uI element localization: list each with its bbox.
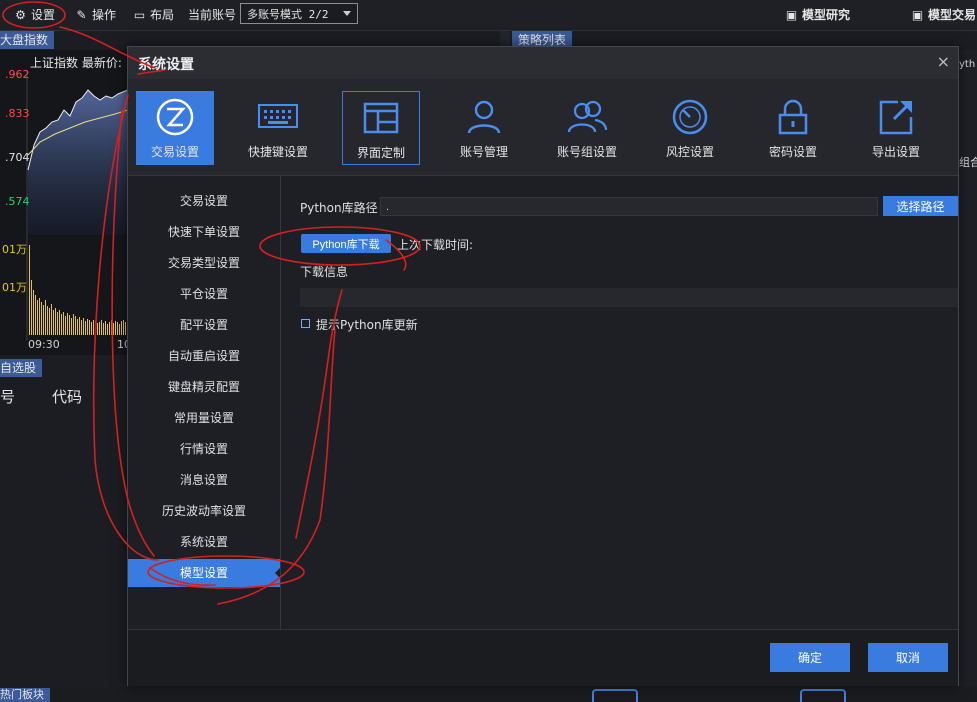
- choose-path-button[interactable]: 选择路径: [883, 196, 958, 216]
- layout-icon: [363, 102, 399, 134]
- index-panel-tab[interactable]: 大盘指数: [0, 31, 55, 49]
- price-label-2: .833: [5, 107, 30, 120]
- volume-label-2: 01万: [2, 281, 27, 294]
- close-icon[interactable]: ×: [937, 52, 950, 71]
- cancel-button[interactable]: 取消: [868, 643, 948, 672]
- volume-label-1: 01万: [2, 243, 27, 256]
- sidebar-item-close-position[interactable]: 平仓设置: [128, 280, 280, 308]
- prompt-update-checkbox[interactable]: [301, 319, 310, 328]
- model-research-button[interactable]: ▣ 模型研究: [785, 5, 850, 25]
- sidebar-item-model[interactable]: 模型设置: [128, 559, 280, 587]
- chart-edit-icon: ▣: [911, 8, 924, 22]
- layout-icon: ▭: [133, 8, 146, 22]
- layout-menu[interactable]: ▭ 布局: [133, 5, 174, 25]
- index-chart: 上证指数 最新价: .962 .833 .704 .574 01万 01万 09…: [0, 50, 128, 355]
- sidebar-item-message[interactable]: 消息设置: [128, 466, 280, 494]
- price-label-1: .962: [5, 68, 30, 81]
- sidebar-item-common-quantity[interactable]: 常用量设置: [128, 404, 280, 432]
- tab-export[interactable]: 导出设置: [857, 91, 935, 165]
- export-icon-bg-1: [592, 689, 638, 702]
- gauge-icon: [672, 99, 708, 135]
- right-panel-strip: yth 组合: [958, 50, 977, 686]
- sidebar-item-quick-order[interactable]: 快速下单设置: [128, 218, 280, 246]
- download-info-field: [300, 288, 958, 307]
- top-toolbar: ⚙ 设置 ✎ 操作 ▭ 布局 当前账号 多账号模式 2/2 ▣ 模型研究 ▣ 模型交易: [0, 0, 977, 31]
- watchlist-col-no: 号: [0, 388, 16, 406]
- settings-category-bar: 交易设置 快捷键设置 界面定制 账号管理 账号组设置 风控设置 密码设置 导出设…: [128, 79, 958, 176]
- python-path-input[interactable]: [380, 197, 878, 216]
- sidebar-item-balance[interactable]: 配平设置: [128, 311, 280, 339]
- last-download-time-label: 上次下载时间:: [397, 238, 474, 252]
- price-label-4: .574: [5, 195, 30, 208]
- tab-trade-settings[interactable]: 交易设置: [136, 91, 214, 165]
- sidebar-item-auto-restart[interactable]: 自动重启设置: [128, 342, 280, 370]
- hot-sector-tab[interactable]: 热门板块: [0, 688, 50, 702]
- dialog-titlebar: 系统设置 ×: [128, 47, 958, 79]
- time-tick: 09:30: [28, 338, 60, 351]
- current-account-label: 当前账号: [188, 8, 237, 22]
- bottom-bar: 热门板块: [0, 688, 977, 702]
- keyboard-icon: [258, 104, 298, 128]
- edit-icon: ✎: [76, 8, 87, 22]
- chevron-down-icon: [343, 11, 351, 16]
- tab-hotkey-settings[interactable]: 快捷键设置: [239, 91, 317, 165]
- price-label-3: .704: [5, 151, 30, 164]
- sidebar-item-keyboard-wizard[interactable]: 键盘精灵配置: [128, 373, 280, 401]
- settings-menu[interactable]: ⚙ 设置: [14, 5, 55, 25]
- tab-interface-custom[interactable]: 界面定制: [342, 91, 420, 165]
- sidebar-item-system[interactable]: 系统设置: [128, 528, 280, 556]
- dialog-footer: 确定 取消: [128, 629, 958, 686]
- export-icon: [879, 100, 913, 135]
- export-icon-bg-2: [800, 689, 846, 702]
- watchlist-col-code: 代码: [52, 388, 83, 406]
- dialog-title: 系统设置: [138, 57, 194, 73]
- chart-icon: ▣: [785, 8, 798, 22]
- tab-risk-control[interactable]: 风控设置: [651, 91, 729, 165]
- operate-menu[interactable]: ✎ 操作: [75, 5, 116, 25]
- tab-password[interactable]: 密码设置: [754, 91, 832, 165]
- system-settings-dialog: 系统设置 × 交易设置 快捷键设置 界面定制 账号管理 账号组设置 风控设置 密…: [127, 46, 959, 686]
- tab-account-group[interactable]: 账号组设置: [548, 91, 626, 165]
- watchlist-tab[interactable]: 自选股: [0, 359, 43, 377]
- ok-button[interactable]: 确定: [770, 643, 850, 672]
- prompt-update-label[interactable]: 提示Python库更新: [316, 316, 418, 333]
- settings-sidebar: 交易设置 快速下单设置 交易类型设置 平仓设置 配平设置 自动重启设置 键盘精灵…: [128, 176, 281, 629]
- user-group-icon: [567, 100, 608, 133]
- lock-icon: [778, 99, 808, 135]
- download-info-label: 下载信息: [300, 265, 349, 279]
- account-mode-select[interactable]: 多账号模式 2/2: [240, 3, 358, 24]
- model-settings-content: Python库路径 选择路径 Python库下载 上次下载时间: 下载信息 提示…: [281, 176, 958, 629]
- sidebar-item-trade[interactable]: 交易设置: [128, 187, 280, 215]
- tab-account-manage[interactable]: 账号管理: [445, 91, 523, 165]
- trade-icon: [156, 98, 194, 136]
- gear-icon: ⚙: [15, 8, 26, 22]
- sidebar-item-hist-volatility[interactable]: 历史波动率设置: [128, 497, 280, 525]
- python-path-label: Python库路径: [300, 201, 378, 215]
- model-trading-button[interactable]: ▣ 模型交易: [911, 5, 976, 25]
- sidebar-item-trade-type[interactable]: 交易类型设置: [128, 249, 280, 277]
- account-mode-value: 多账号模式 2/2: [247, 8, 329, 21]
- python-download-button[interactable]: Python库下载: [301, 234, 391, 253]
- user-icon: [467, 100, 501, 134]
- sidebar-item-market[interactable]: 行情设置: [128, 435, 280, 463]
